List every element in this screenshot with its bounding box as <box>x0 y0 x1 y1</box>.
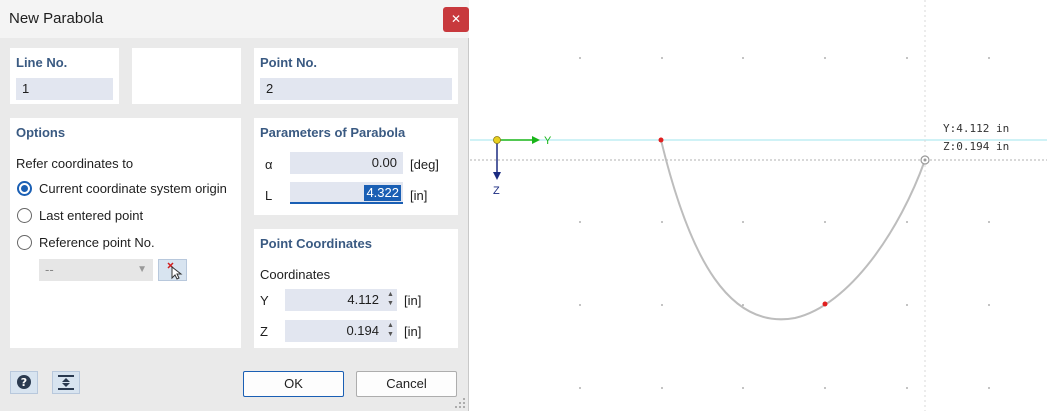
spin-down-icon[interactable]: ▼ <box>386 300 395 308</box>
new-parabola-dialog: New Parabola ✕ Line No. 1 Point No. 2 Op… <box>0 0 469 411</box>
readout-z: Z:0.194 in <box>943 140 1010 153</box>
z-label: Z <box>260 324 268 339</box>
point-no-field[interactable]: 2 <box>260 78 452 100</box>
pick-plane-button[interactable] <box>52 371 80 394</box>
reference-point-select[interactable]: -- ▼ <box>39 259 153 281</box>
axis-y-label: Y <box>544 135 552 147</box>
close-icon: ✕ <box>450 12 462 26</box>
cancel-button[interactable]: Cancel <box>356 371 457 397</box>
line-no-panel: Line No. 1 <box>10 48 119 104</box>
radio-last-point[interactable] <box>17 208 32 223</box>
refer-coordinates-label: Refer coordinates to <box>16 156 134 171</box>
drawing-canvas[interactable]: Y Z <box>470 0 1047 411</box>
chevron-down-icon: ▼ <box>137 264 147 275</box>
length-value: 4.322 <box>364 185 401 201</box>
line-no-field[interactable]: 1 <box>16 78 113 100</box>
resize-grip-icon[interactable] <box>455 398 466 409</box>
radio-reference-point[interactable] <box>17 235 32 250</box>
options-title: Options <box>16 125 66 140</box>
axis-icon <box>493 136 540 180</box>
parabola-control-point[interactable] <box>822 301 828 307</box>
z-coordinate-value: 0.194 <box>346 323 379 338</box>
radio-current-origin-label[interactable]: Current coordinate system origin <box>39 181 227 196</box>
parabola-start-point[interactable] <box>658 137 664 143</box>
help-button[interactable]: ? <box>10 371 38 394</box>
length-unit: [in] <box>410 188 428 203</box>
point-no-panel: Point No. 2 <box>254 48 458 104</box>
empty-panel <box>132 48 241 104</box>
close-button[interactable]: ✕ <box>443 7 469 32</box>
reference-point-value: -- <box>45 262 54 277</box>
spin-up-icon[interactable]: ▲ <box>386 291 395 299</box>
y-unit: [in] <box>404 293 422 308</box>
ok-button[interactable]: OK <box>243 371 344 397</box>
pick-cursor-icon <box>167 262 183 280</box>
point-no-label: Point No. <box>260 55 318 70</box>
alpha-unit: [deg] <box>410 157 439 172</box>
z-coordinate-input[interactable]: 0.194 ▲ ▼ <box>285 320 397 342</box>
grid-dots <box>579 57 990 389</box>
spin-up-icon[interactable]: ▲ <box>386 322 395 330</box>
snap-cursor-center <box>923 158 927 162</box>
parabola-curve[interactable] <box>660 139 926 321</box>
pick-plane-icon <box>58 375 74 390</box>
canvas-svg[interactable]: Y Z <box>470 0 1047 411</box>
radio-reference-point-label[interactable]: Reference point No. <box>39 235 155 250</box>
y-coordinate-input[interactable]: 4.112 ▲ ▼ <box>285 289 397 311</box>
axis-z-label: Z <box>493 185 500 197</box>
alpha-label: α <box>265 157 273 172</box>
y-coordinate-value: 4.112 <box>347 292 379 307</box>
length-label: L <box>265 188 273 203</box>
line-no-label: Line No. <box>16 55 68 70</box>
pick-point-button[interactable] <box>158 259 187 281</box>
svg-text:?: ? <box>21 376 27 389</box>
dialog-title: New Parabola <box>9 10 104 27</box>
readout-y: Y:4.112 in <box>943 122 1010 135</box>
radio-current-origin[interactable] <box>17 181 32 196</box>
alpha-input[interactable]: 0.00 <box>290 152 403 174</box>
coordinates-label: Coordinates <box>260 267 331 282</box>
parameters-title: Parameters of Parabola <box>260 125 406 140</box>
help-icon: ? <box>17 375 31 389</box>
title-bar: New Parabola ✕ <box>0 0 469 38</box>
y-label: Y <box>260 293 269 308</box>
options-panel: Options <box>10 118 241 348</box>
radio-last-point-label[interactable]: Last entered point <box>39 208 143 223</box>
length-input[interactable]: 4.322 <box>290 182 403 204</box>
spin-down-icon[interactable]: ▼ <box>386 331 395 339</box>
point-coordinates-title: Point Coordinates <box>260 236 372 251</box>
z-unit: [in] <box>404 324 422 339</box>
